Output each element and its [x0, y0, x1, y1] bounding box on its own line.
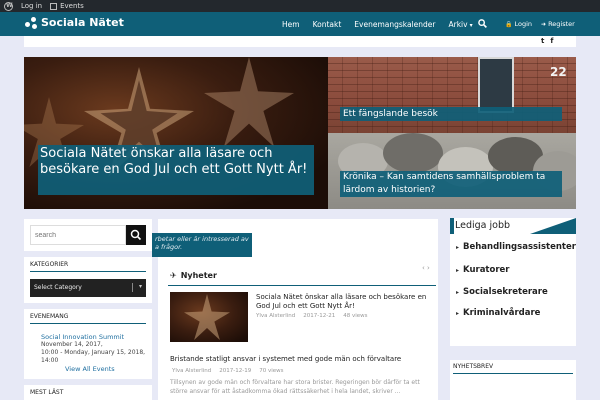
- site-name: Sociala Nätet: [41, 16, 124, 29]
- job-item[interactable]: ▸ Behandlingsassistenter: [456, 242, 576, 252]
- chevron-down-icon: ▾: [469, 21, 473, 29]
- chevron-down-icon: ▾: [138, 283, 142, 290]
- triangle-right-icon: ▸: [456, 266, 460, 274]
- bird-icon: ✈: [170, 271, 177, 280]
- overlay-line: a frågor.: [155, 243, 183, 251]
- twitter-icon[interactable]: t: [541, 37, 544, 45]
- register-label: Register: [548, 20, 575, 28]
- news-divider: [168, 285, 436, 286]
- social-strip: [24, 36, 576, 47]
- most-read-title: MEST LÄST: [30, 389, 64, 396]
- job-label: Kriminalvårdare: [463, 308, 541, 318]
- login-label: Login: [514, 20, 533, 28]
- jobs-header-tab: [450, 218, 454, 234]
- logo-molecule-icon: [25, 16, 37, 29]
- job-item[interactable]: ▸ Kuratorer: [456, 265, 509, 275]
- event-date-line: 10:00 - Monday, January 15, 2018,: [41, 349, 146, 356]
- article-author[interactable]: Ylva Alsterlind: [256, 313, 295, 319]
- search-icon[interactable]: [478, 19, 487, 28]
- sign-in-icon: ➜: [541, 21, 547, 28]
- article-thumbnail[interactable]: [170, 292, 248, 342]
- lock-icon: 🔒: [505, 21, 513, 28]
- jobs-header-accent: [530, 218, 576, 234]
- admin-login-label: Log in: [21, 2, 43, 10]
- paper-star-decoration: [204, 57, 294, 147]
- event-link[interactable]: Social Innovation Summit: [41, 333, 124, 341]
- admin-login-link[interactable]: Log in: [21, 2, 42, 10]
- search-icon: [130, 229, 142, 241]
- hero-main-caption[interactable]: Sociala Nätet önskar alla läsare och bes…: [38, 145, 314, 195]
- jobs-title: Lediga jobb: [455, 220, 511, 231]
- article-meta: Ylva Alsterlind 2017-12-21 48 views: [256, 313, 368, 319]
- register-link[interactable]: ➜ Register: [541, 20, 575, 28]
- article-views: 48 views: [343, 313, 368, 319]
- news-title: Nyheter: [180, 271, 217, 280]
- categories-title: KATEGORIER: [30, 261, 69, 268]
- event-date-line: November 14, 2017,: [41, 341, 103, 348]
- main-nav: Hem Kontakt Evenemangskalender Arkiv ▾: [282, 12, 486, 36]
- article-title[interactable]: Sociala Nätet önskar alla läsare och bes…: [256, 293, 436, 311]
- category-select-value: Select Category: [34, 284, 82, 291]
- article-date: 2017-12-19: [219, 368, 252, 374]
- triangle-right-icon: ▸: [456, 288, 460, 296]
- news-heading: ✈ Nyheter: [170, 271, 217, 280]
- overlay-note: rbetar eller är intresserad av a frågor.: [152, 233, 252, 257]
- brick-wall: [328, 57, 576, 133]
- job-label: Behandlingsassistenter: [463, 242, 576, 252]
- nav-item-evenemangskalender[interactable]: Evenemangskalender: [354, 20, 435, 29]
- rock: [383, 133, 443, 173]
- article-meta: Ylva Alsterlind 2017-12-19 70 views: [172, 368, 284, 374]
- nav-arkiv-label: Arkiv: [448, 19, 468, 29]
- search-button[interactable]: [126, 225, 146, 245]
- event-date: November 14, 2017, 10:00 - Monday, Janua…: [41, 341, 145, 365]
- hero-side-image-top[interactable]: 22: [328, 57, 576, 133]
- site-header: Sociala Nätet Hem Kontakt Evenemangskale…: [0, 12, 600, 36]
- job-item[interactable]: ▸ Socialsekreterare: [456, 287, 548, 297]
- overlay-line: rbetar eller är intresserad av: [155, 235, 249, 243]
- events-title: EVENEMANG: [30, 313, 69, 320]
- calendar-icon: [50, 2, 58, 10]
- building-number: 22: [550, 65, 567, 79]
- article-title[interactable]: Bristande statligt ansvar i systemet med…: [170, 355, 436, 363]
- newsletter-title: NYHETSBREV: [453, 363, 494, 370]
- nav-item-hem[interactable]: Hem: [282, 20, 300, 29]
- building-window: [478, 57, 514, 113]
- admin-bar: Log in Events: [0, 0, 600, 12]
- newsletter-divider: [453, 373, 573, 374]
- job-label: Kuratorer: [463, 265, 510, 275]
- site-logo[interactable]: Sociala Nätet: [25, 16, 124, 29]
- triangle-right-icon: ▸: [456, 309, 460, 317]
- triangle-right-icon: ▸: [456, 243, 460, 251]
- nav-item-kontakt[interactable]: Kontakt: [313, 20, 342, 29]
- login-link[interactable]: 🔒 Login: [505, 20, 532, 28]
- article-excerpt: Tillsynen av gode män och förvaltare har…: [170, 379, 420, 395]
- wordpress-icon[interactable]: [4, 1, 13, 11]
- job-item[interactable]: ▸ Kriminalvårdare: [456, 308, 540, 318]
- news-pager-arrows[interactable]: ‹ ›: [422, 264, 430, 272]
- article-date: 2017-12-21: [303, 313, 336, 319]
- hero-top-caption[interactable]: Ett fängslande besök: [340, 107, 562, 121]
- admin-events-link[interactable]: Events: [50, 2, 84, 10]
- admin-events-label: Events: [60, 2, 84, 10]
- nav-item-arkiv[interactable]: Arkiv ▾: [448, 20, 472, 29]
- social-icons: t f: [541, 37, 553, 45]
- article-views: 70 views: [259, 368, 284, 374]
- facebook-icon[interactable]: f: [550, 37, 553, 45]
- job-label: Socialsekreterare: [463, 287, 548, 297]
- hero-bottom-caption[interactable]: Krönika – Kan samtidens samhällsproblem …: [340, 171, 562, 197]
- most-read-panel: MEST LÄST: [24, 385, 152, 400]
- category-select[interactable]: Select Category ▾: [30, 279, 146, 297]
- search-input[interactable]: [30, 225, 126, 245]
- view-all-events-link[interactable]: View All Events: [65, 365, 115, 373]
- event-date-line: 14:00: [41, 357, 59, 364]
- auth-links: 🔒 Login ➜ Register: [505, 12, 575, 36]
- paper-star-decoration: [184, 294, 230, 340]
- article-author[interactable]: Ylva Alsterlind: [172, 368, 211, 374]
